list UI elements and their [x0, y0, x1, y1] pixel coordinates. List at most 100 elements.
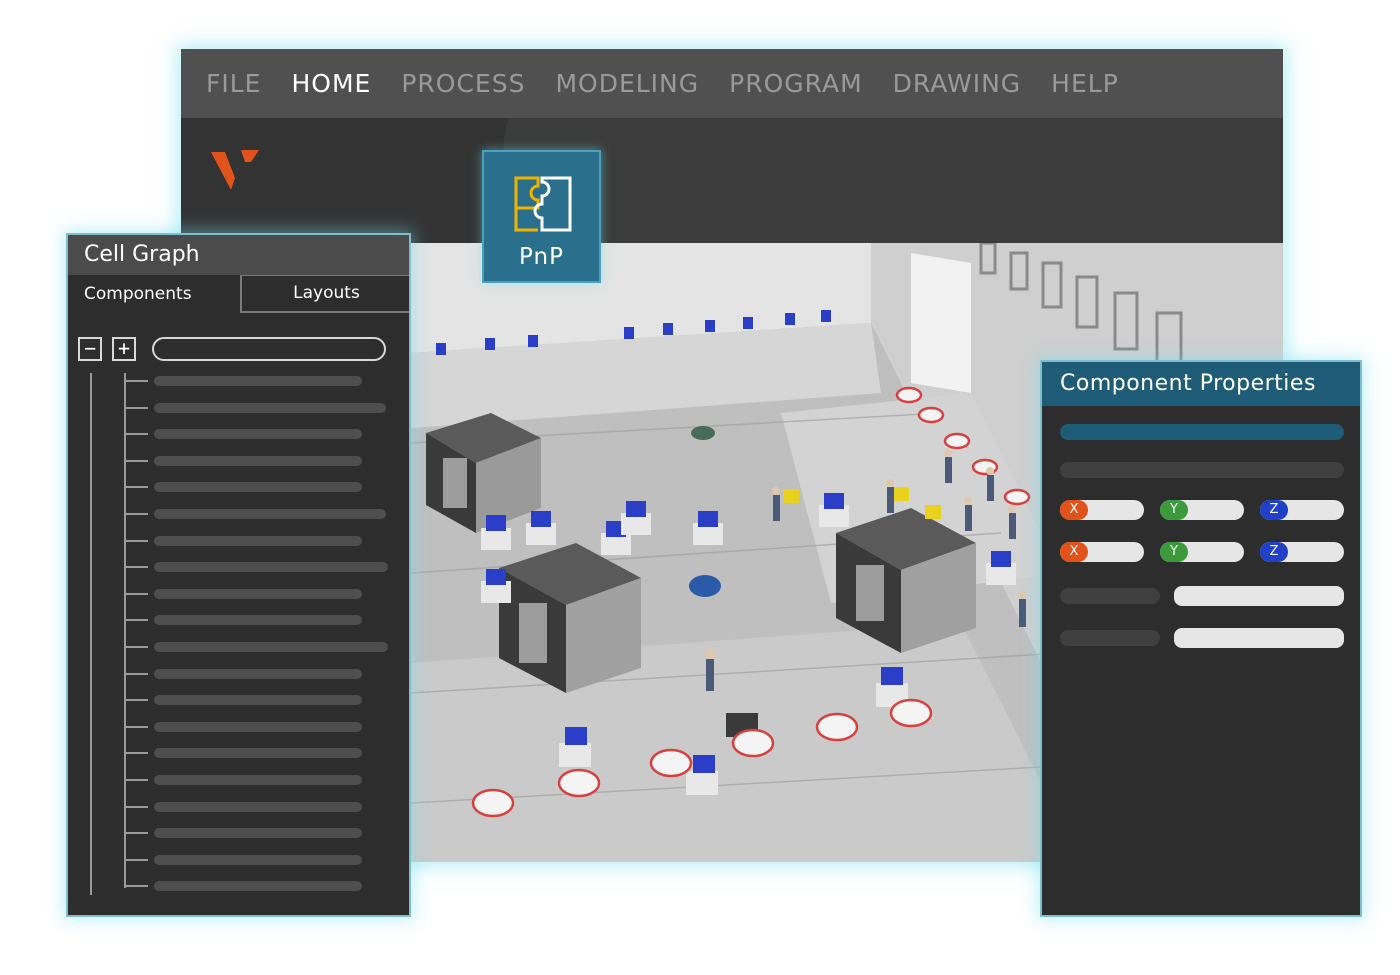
menu-modeling[interactable]: MODELING	[555, 69, 699, 98]
menu-help[interactable]: HELP	[1051, 69, 1119, 98]
property-value-field-2[interactable]	[1174, 628, 1344, 648]
tree-item[interactable]	[124, 562, 394, 573]
tree-item-label-placeholder	[154, 775, 362, 785]
tree-item[interactable]	[124, 509, 394, 519]
tree-item-label-placeholder	[154, 402, 386, 413]
tree-item[interactable]	[124, 748, 394, 759]
rotation-z-field[interactable]: Z	[1260, 542, 1344, 562]
collapse-all-button[interactable]: −	[78, 337, 102, 361]
tab-layouts[interactable]: Layouts	[240, 275, 409, 313]
tree-item[interactable]	[124, 482, 394, 493]
tree-connector	[124, 779, 148, 781]
tree-connector	[124, 805, 148, 808]
app-logo-icon	[211, 150, 259, 190]
tree-root-line	[90, 373, 92, 895]
rotation-y-field[interactable]: Y	[1160, 542, 1244, 562]
position-x-field[interactable]: X	[1060, 500, 1144, 520]
cell-graph-tabs: Components Layouts	[68, 275, 409, 313]
cell-graph-panel: Cell Graph Components Layouts − +	[66, 233, 411, 917]
position-z-field[interactable]: Z	[1260, 500, 1344, 520]
tree-item-label-placeholder	[154, 588, 362, 599]
tree-item[interactable]	[124, 828, 394, 839]
axis-z-badge: Z	[1260, 500, 1288, 520]
axis-y-badge: Y	[1160, 542, 1188, 562]
pnp-label: PnP	[519, 244, 564, 270]
pnp-button[interactable]: PnP	[482, 150, 601, 283]
tree-connector	[124, 832, 148, 835]
component-search-input[interactable]	[152, 337, 386, 361]
tree-connector	[124, 433, 148, 436]
tree-item[interactable]	[124, 642, 394, 652]
tree-connector	[124, 539, 148, 542]
tree-item[interactable]	[124, 854, 394, 865]
tree-item[interactable]	[124, 881, 394, 892]
tree-item-label-placeholder	[154, 615, 362, 626]
tree-connector	[124, 513, 148, 515]
tree-connector	[124, 406, 148, 409]
tree-item[interactable]	[124, 429, 394, 440]
property-label-1	[1060, 588, 1160, 604]
component-properties-title: Component Properties	[1042, 362, 1360, 406]
property-value-field-1[interactable]	[1174, 586, 1344, 606]
tree-item-label-placeholder	[154, 642, 388, 652]
tree-item-label-placeholder	[154, 429, 362, 440]
tree-item[interactable]	[124, 668, 394, 679]
tree-item[interactable]	[124, 535, 394, 546]
tree-connector	[124, 566, 148, 569]
menu-drawing[interactable]: DRAWING	[893, 69, 1022, 98]
position-y-field[interactable]: Y	[1160, 500, 1244, 520]
tree-item-label-placeholder	[154, 801, 362, 812]
tree-controls: − +	[78, 335, 398, 363]
tree-connector	[124, 646, 148, 648]
tree-connector	[124, 380, 148, 382]
tree-connector	[124, 885, 148, 888]
axis-x-badge: X	[1060, 542, 1088, 562]
tree-item-label-placeholder	[154, 455, 362, 466]
tree-item[interactable]	[124, 615, 394, 626]
tree-item-label-placeholder	[154, 668, 362, 679]
ribbon	[181, 118, 1283, 243]
tree-item-label-placeholder	[154, 535, 362, 546]
tree-item-label-placeholder	[154, 854, 362, 865]
menu-file[interactable]: FILE	[206, 69, 261, 98]
tree-item-label-placeholder	[154, 376, 362, 386]
tree-connector	[124, 459, 148, 462]
tree-item[interactable]	[124, 801, 394, 812]
tree-item[interactable]	[124, 588, 394, 599]
tree-connector	[124, 752, 148, 755]
component-name-bar	[1060, 462, 1344, 478]
tree-connector	[124, 858, 148, 861]
tree-item-label-placeholder	[154, 509, 386, 519]
expand-all-button[interactable]: +	[112, 337, 136, 361]
tree-item[interactable]	[124, 402, 394, 413]
tree-connector	[124, 619, 148, 622]
tree-item[interactable]	[124, 455, 394, 466]
axis-x-badge: X	[1060, 500, 1088, 520]
rotation-x-field[interactable]: X	[1060, 542, 1144, 562]
component-properties-panel: Component Properties X Y Z X Y Z	[1040, 360, 1362, 917]
axis-y-badge: Y	[1160, 500, 1188, 520]
property-label-2	[1060, 630, 1160, 646]
menu-process[interactable]: PROCESS	[401, 69, 525, 98]
tree-connector	[124, 672, 148, 675]
selected-component-bar[interactable]	[1060, 424, 1344, 440]
cell-graph-title: Cell Graph	[68, 235, 409, 275]
tree-item-label-placeholder	[154, 695, 362, 706]
tree-item[interactable]	[124, 721, 394, 732]
tree-item-label-placeholder	[154, 881, 362, 892]
tree-connector	[124, 725, 148, 728]
menu-bar: FILE HOME PROCESS MODELING PROGRAM DRAWI…	[181, 49, 1283, 118]
tree-item-label-placeholder	[154, 748, 362, 759]
tree-item[interactable]	[124, 775, 394, 785]
menu-program[interactable]: PROGRAM	[729, 69, 863, 98]
tab-components[interactable]: Components	[68, 275, 240, 313]
tree-connector	[124, 486, 148, 489]
tree-item-label-placeholder	[154, 828, 362, 839]
tree-connector	[124, 592, 148, 595]
ribbon-sheen	[503, 118, 1283, 243]
menu-home[interactable]: HOME	[291, 69, 371, 98]
tree-item[interactable]	[124, 376, 394, 386]
tree-item[interactable]	[124, 695, 394, 706]
tree-item-label-placeholder	[154, 482, 362, 493]
tree-connector	[124, 699, 148, 702]
